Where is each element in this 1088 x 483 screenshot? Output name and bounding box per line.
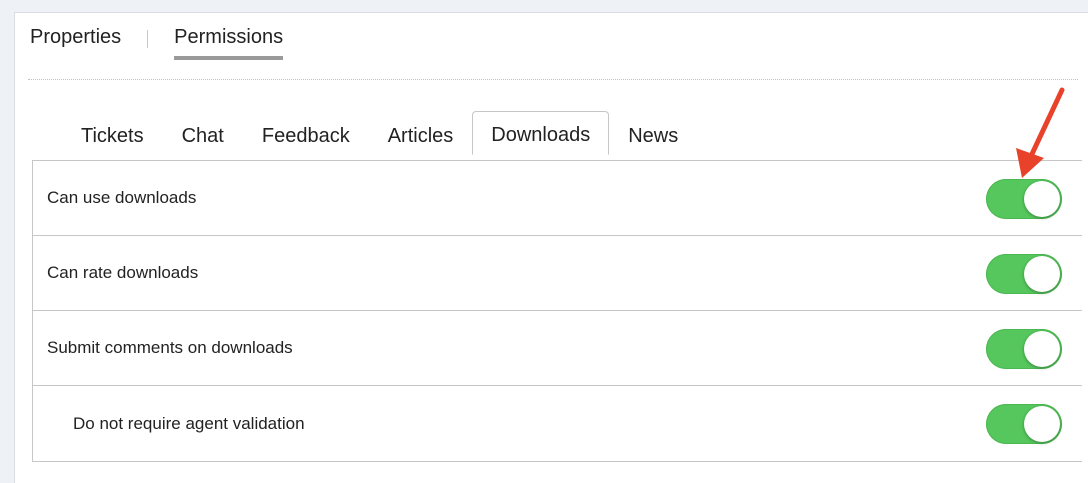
permission-label: Submit comments on downloads bbox=[47, 338, 293, 357]
permission-row: Can rate downloads bbox=[33, 236, 1082, 311]
tab-separator bbox=[147, 30, 149, 48]
tab-downloads[interactable]: Downloads bbox=[472, 111, 610, 155]
tab-news[interactable]: News bbox=[609, 116, 697, 154]
red-arrow-icon bbox=[1016, 87, 1065, 178]
toggle-knob bbox=[1024, 256, 1060, 292]
tab-feedback[interactable]: Feedback bbox=[243, 116, 369, 154]
permission-category-tabs: Tickets Chat Feedback Articles Downloads… bbox=[62, 110, 697, 155]
permission-row: Submit comments on downloads bbox=[33, 311, 1082, 386]
tab-chat[interactable]: Chat bbox=[163, 116, 243, 154]
toggle-submit-comments[interactable] bbox=[986, 329, 1062, 369]
toggle-knob bbox=[1024, 331, 1060, 367]
tab-articles[interactable]: Articles bbox=[369, 116, 473, 154]
toggle-knob bbox=[1024, 181, 1060, 217]
toggle-can-rate-downloads[interactable] bbox=[986, 254, 1062, 294]
permission-label: Do not require agent validation bbox=[73, 413, 305, 433]
toggle-knob bbox=[1024, 406, 1060, 442]
toggle-can-use-downloads[interactable] bbox=[986, 179, 1062, 219]
toggle-no-agent-validation[interactable] bbox=[986, 404, 1062, 444]
permission-row: Do not require agent validation bbox=[33, 386, 1082, 461]
top-tab-bar: Properties Permissions bbox=[30, 26, 284, 60]
permission-label: Can rate downloads bbox=[47, 263, 199, 282]
permissions-table: Can use downloads Can rate downloads Sub… bbox=[32, 160, 1082, 462]
tab-permissions[interactable]: Permissions bbox=[174, 26, 284, 60]
dotted-divider bbox=[28, 79, 1078, 80]
tab-properties[interactable]: Properties bbox=[30, 26, 121, 56]
permission-label: Can use downloads bbox=[47, 188, 197, 207]
tab-tickets[interactable]: Tickets bbox=[62, 116, 163, 154]
permission-row: Can use downloads bbox=[33, 161, 1082, 236]
